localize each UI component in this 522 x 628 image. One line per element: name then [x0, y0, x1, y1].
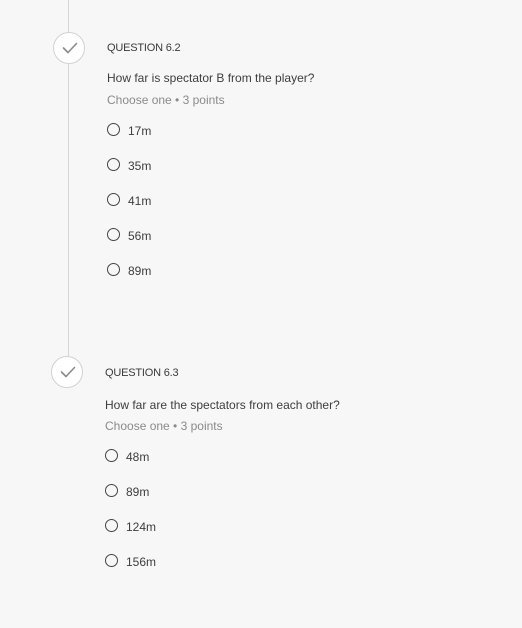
- radio-button[interactable]: [107, 157, 120, 171]
- answer-option[interactable]: 89m: [105, 481, 149, 499]
- answer-option-label: 56m: [128, 229, 152, 243]
- answer-option[interactable]: 156m: [105, 551, 156, 569]
- answer-option-label: 48m: [126, 450, 150, 464]
- radio-button[interactable]: [105, 518, 118, 532]
- check-icon: [60, 366, 76, 378]
- radio-button[interactable]: [105, 483, 118, 497]
- answer-option-label: 89m: [128, 264, 152, 278]
- answer-option[interactable]: 41m: [107, 190, 151, 208]
- question-prompt: How far are the spectators from each oth…: [105, 398, 340, 412]
- question-meta: Choose one • 3 points: [105, 419, 223, 433]
- answer-option[interactable]: 89m: [107, 260, 151, 278]
- radio-button[interactable]: [105, 448, 118, 462]
- answer-option[interactable]: 17m: [107, 120, 151, 138]
- answer-option-label: 89m: [126, 485, 150, 499]
- radio-button[interactable]: [107, 262, 120, 276]
- radio-button[interactable]: [107, 192, 120, 206]
- radio-button[interactable]: [107, 122, 120, 136]
- answer-option-label: 156m: [126, 555, 157, 569]
- answer-option-label: 41m: [128, 194, 152, 208]
- answer-option[interactable]: 124m: [105, 516, 156, 534]
- question-meta: Choose one • 3 points: [107, 93, 225, 107]
- answer-option-label: 35m: [128, 159, 152, 173]
- answer-option[interactable]: 35m: [107, 155, 151, 173]
- question-prompt: How far is spectator B from the player?: [107, 71, 315, 85]
- radio-button[interactable]: [107, 227, 120, 241]
- question-title: QUESTION 6.3: [105, 367, 179, 379]
- answer-option[interactable]: 48m: [105, 446, 149, 464]
- answer-option[interactable]: 56m: [107, 225, 151, 243]
- answer-option-label: 124m: [126, 520, 157, 534]
- radio-button[interactable]: [105, 553, 118, 567]
- check-icon: [62, 42, 78, 54]
- question-title: QUESTION 6.2: [107, 42, 181, 54]
- question-status-check: [51, 356, 83, 388]
- quiz-page: QUESTION 6.2 How far is spectator B from…: [0, 0, 522, 628]
- answer-option-label: 17m: [128, 124, 152, 138]
- question-status-check: [53, 32, 85, 64]
